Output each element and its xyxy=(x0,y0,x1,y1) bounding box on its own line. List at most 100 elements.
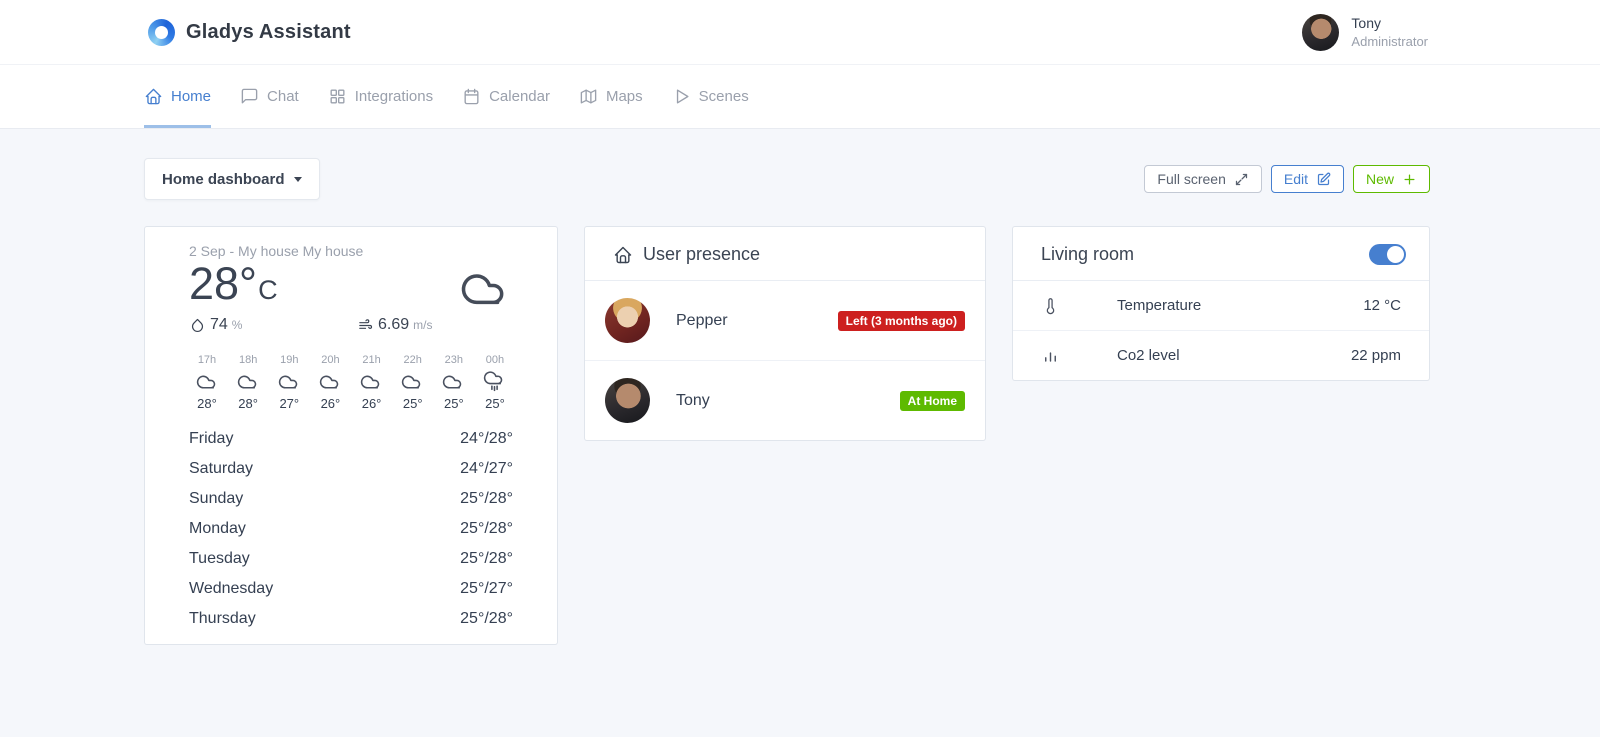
device-value: 22 ppm xyxy=(1350,347,1401,364)
daily-row: Wednesday 25°/27° xyxy=(189,574,513,604)
edit-button[interactable]: Edit xyxy=(1270,165,1344,193)
device-name: Temperature xyxy=(1117,297,1202,314)
hourly-item: 00h 25° xyxy=(477,354,513,411)
cloud-icon xyxy=(436,369,472,394)
weather-card: 2 Sep - My house My house 28° C 74 % 6.6… xyxy=(144,226,558,645)
user-menu[interactable]: Tony Administrator xyxy=(1302,13,1428,51)
full-screen-label: Full screen xyxy=(1157,171,1226,187)
weather-current: 28° C xyxy=(189,260,513,309)
device-row-temperature: Temperature 12 °C xyxy=(1013,281,1429,331)
hour-temp: 28° xyxy=(238,396,258,411)
cloud-icon xyxy=(354,369,390,394)
day-temps: 25°/28° xyxy=(460,490,513,507)
day-temps: 25°/28° xyxy=(460,550,513,567)
day-label: Thursday xyxy=(189,610,256,627)
room-power-toggle[interactable] xyxy=(1369,244,1406,265)
day-label: Saturday xyxy=(189,460,254,477)
humidity-value: 74 xyxy=(210,316,228,333)
hourly-item: 23h 25° xyxy=(436,354,472,411)
app-title: Gladys Assistant xyxy=(186,20,351,43)
day-temps: 25°/27° xyxy=(460,580,513,597)
status-badge: At Home xyxy=(899,390,965,411)
device-value: 12 °C xyxy=(1363,297,1401,314)
hourly-item: 20h 26° xyxy=(312,354,348,411)
day-label: Tuesday xyxy=(189,550,250,567)
tab-calendar[interactable]: Calendar xyxy=(462,65,550,128)
day-temps: 25°/28° xyxy=(460,610,513,627)
dashboard-grid: 2 Sep - My house My house 28° C 74 % 6.6… xyxy=(144,226,1430,645)
tab-scenes[interactable]: Scenes xyxy=(672,65,749,128)
day-label: Wednesday xyxy=(189,580,274,597)
day-temps: 25°/28° xyxy=(460,520,513,537)
presence-user-name: Pepper xyxy=(676,311,728,329)
room-title: Living room xyxy=(1041,244,1135,264)
dashboard-selector-button[interactable]: Home dashboard xyxy=(144,158,320,200)
tab-chat[interactable]: Chat xyxy=(240,65,299,128)
main-nav: Home Chat Integrations Calendar Maps Sce… xyxy=(0,64,1600,129)
edit-label: Edit xyxy=(1283,171,1308,187)
cloud-icon xyxy=(189,369,225,394)
cloud-rain-icon xyxy=(477,369,513,394)
presence-row-tony: Tony At Home xyxy=(585,361,985,440)
daily-row: Sunday 25°/28° xyxy=(189,484,513,514)
dashboard-toolbar: Home dashboard Full screen Edit New xyxy=(144,158,1430,200)
day-temps: 24°/27° xyxy=(460,460,513,477)
hour-label: 00h xyxy=(485,354,505,366)
humidity-unit: % xyxy=(231,318,243,332)
hourly-item: 18h 28° xyxy=(230,354,266,411)
hour-label: 21h xyxy=(362,354,381,366)
cloud-icon xyxy=(271,369,307,394)
hour-label: 18h xyxy=(238,354,258,366)
gladys-logo-icon xyxy=(148,18,175,46)
tab-maps[interactable]: Maps xyxy=(579,65,643,128)
new-label: New xyxy=(1365,171,1394,187)
device-name: Co2 level xyxy=(1117,347,1180,364)
bar-chart-icon xyxy=(1041,346,1060,365)
presence-row-pepper: Pepper Left (3 months ago) xyxy=(585,281,985,361)
hour-label: 23h xyxy=(444,354,464,366)
wind-stat: 6.69 m/s xyxy=(357,316,432,334)
temperature-value: 28° xyxy=(189,258,258,309)
daily-row: Monday 25°/28° xyxy=(189,514,513,544)
user-avatar xyxy=(1302,13,1340,51)
hourly-item: 17h 28° xyxy=(189,354,225,411)
tab-maps-label: Maps xyxy=(605,88,643,105)
play-icon xyxy=(672,87,691,106)
chat-icon xyxy=(240,87,259,106)
temperature-unit: C xyxy=(258,275,278,305)
user-name: Tony xyxy=(1351,14,1381,31)
full-screen-button[interactable]: Full screen xyxy=(1144,165,1262,193)
hourly-forecast: 17h 28° 18h 28° 19h 27° 20h 26° 21h 26° … xyxy=(189,354,513,411)
new-button[interactable]: New xyxy=(1352,165,1430,193)
plus-icon xyxy=(1402,172,1417,187)
dashboard-selector-label: Home dashboard xyxy=(162,170,285,188)
tab-integrations-label: Integrations xyxy=(354,88,434,105)
user-presence-card: User presence Pepper Left (3 months ago)… xyxy=(584,226,986,441)
presence-user-name: Tony xyxy=(676,391,710,409)
user-role: Administrator xyxy=(1351,33,1428,49)
cloud-icon xyxy=(312,369,348,394)
daily-row: Tuesday 25°/28° xyxy=(189,544,513,574)
wind-icon xyxy=(357,317,374,334)
app-header: Gladys Assistant Tony Administrator xyxy=(0,0,1600,64)
humidity-stat: 74 % xyxy=(189,316,357,334)
tab-calendar-label: Calendar xyxy=(489,88,550,105)
tab-home[interactable]: Home xyxy=(144,65,212,128)
hour-temp: 26° xyxy=(320,396,341,411)
status-badge: Left (3 months ago) xyxy=(837,310,965,331)
daily-forecast: Friday 24°/28° Saturday 24°/27° Sunday 2… xyxy=(189,424,513,634)
avatar xyxy=(605,378,650,423)
hour-temp: 25° xyxy=(485,396,505,411)
hourly-item: 21h 26° xyxy=(354,354,390,411)
cloud-icon xyxy=(395,369,431,394)
current-temperature: 28° C xyxy=(189,258,278,309)
brand: Gladys Assistant xyxy=(148,18,351,46)
hour-label: 19h xyxy=(280,354,299,366)
wind-unit: m/s xyxy=(413,318,433,332)
thermometer-icon xyxy=(1041,296,1060,315)
map-icon xyxy=(579,87,598,106)
day-temps: 24°/28° xyxy=(460,430,513,447)
weather-card-title: 2 Sep - My house My house xyxy=(189,243,364,259)
living-room-header: Living room xyxy=(1013,227,1429,281)
tab-integrations[interactable]: Integrations xyxy=(328,65,433,128)
